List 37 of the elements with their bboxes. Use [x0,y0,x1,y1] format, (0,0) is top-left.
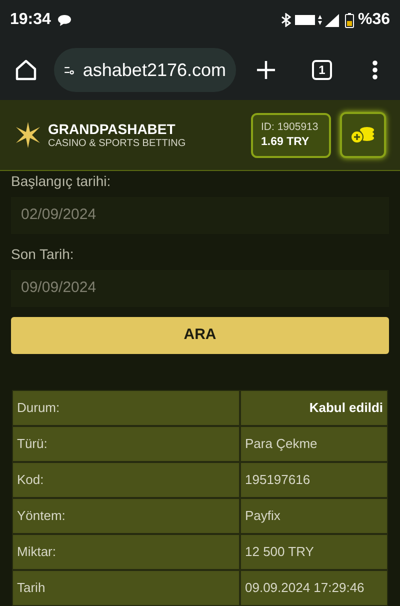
value-cell: Payfix [241,499,387,533]
tab-switcher-button[interactable]: 1 [312,60,332,80]
url-text: ashabet2176.com [82,58,226,82]
account-balance: 1.69 TRY [261,135,310,150]
status-time: 19:34 [10,10,51,30]
field-label: Başlangıç tarihi: [11,173,112,189]
date-field[interactable]: 09/09/2024 [11,270,389,307]
home-icon[interactable] [14,58,38,82]
address-bar[interactable]: ashabet2176.com [54,48,236,92]
bluetooth-icon [280,13,291,27]
signal-icon [294,13,339,27]
label-cell: Kod: [13,463,239,497]
plus-icon[interactable] [256,60,276,80]
search-button[interactable]: ARA [11,317,389,354]
battery-percent: %36 [358,10,390,30]
date-field[interactable]: 02/09/2024 [11,197,389,234]
brand-tagline: CASINO & SPORTS BETTING [48,138,186,150]
coins-icon [350,126,376,144]
chat-bubble-icon [56,14,72,26]
battery-icon [344,12,354,28]
label-cell: Türü: [13,427,239,461]
star-logo-icon[interactable] [14,121,42,149]
account-id: ID: 1905913 [261,120,320,134]
field-label: Son Tarih: [11,246,75,262]
menu-icon[interactable] [372,60,378,80]
label-cell: Durum: [13,391,239,425]
label-cell: Miktar: [13,535,239,569]
value-cell: Para Çekme [241,427,387,461]
value-cell: 09.09.2024 17:29:46 [241,571,387,605]
account-badge[interactable]: ID: 1905913 1.69 TRY [251,112,331,158]
value-cell: Kabul edildi [241,391,387,425]
deposit-button[interactable] [340,112,386,158]
label-cell: Yöntem: [13,499,239,533]
value-cell: 12 500 TRY [241,535,387,569]
value-cell: 195197616 [241,463,387,497]
brand-name: GRANDPASHABET [48,120,176,138]
label-cell: Tarih [13,571,239,605]
